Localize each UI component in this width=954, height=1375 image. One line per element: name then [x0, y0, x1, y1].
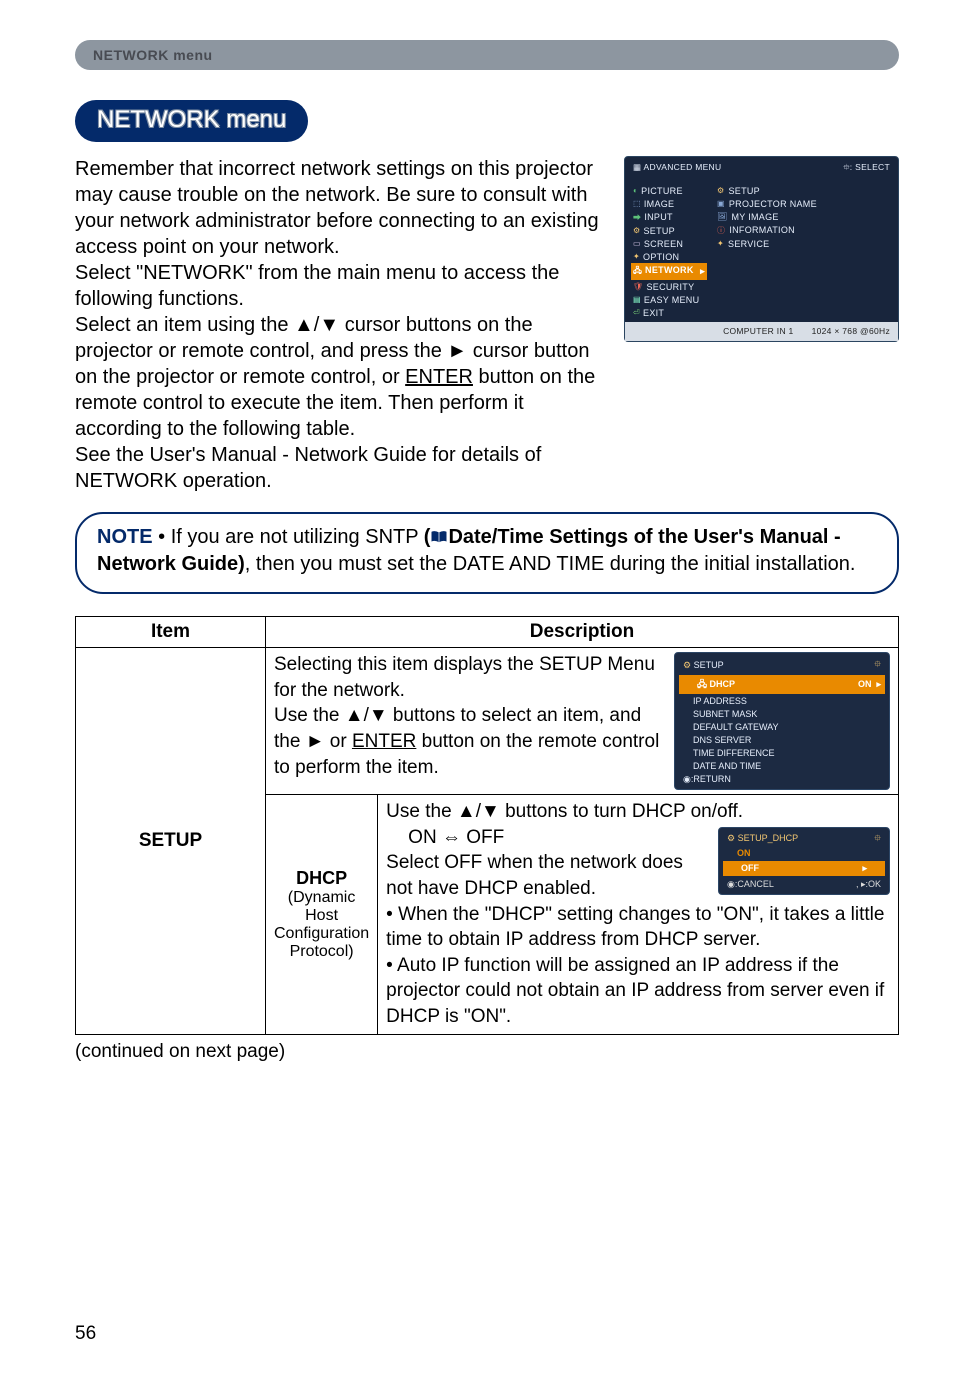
setup-popup-screenshot: ⚙ SETUP⯐ 🖧 DHCPON ▸ IP ADDRESS SUBNET MA… [674, 652, 890, 790]
page-number: 56 [75, 1323, 899, 1345]
note-lead: NOTE [97, 526, 153, 548]
hm-header-right: ⯐: SELECT [843, 162, 890, 176]
enter-key: ENTER [405, 366, 473, 388]
th-desc: Description [266, 617, 899, 648]
item-setup: SETUP [76, 648, 266, 1035]
dhcp-desc: Use the ▲/▼ buttons to turn DHCP on/off.… [386, 799, 890, 1030]
hm-left-col: ◐PICTURE ⬚IMAGE ⮕INPUT ⚙SETUP ▭SCREEN ✦O… [625, 181, 707, 322]
th-item: Item [76, 617, 266, 648]
subitem-dhcp: DHCP (Dynamic Host Configuration Protoco… [266, 795, 378, 1035]
continued-note: (continued on next page) [75, 1041, 899, 1063]
enter-key-2: ENTER [352, 731, 416, 752]
dhcp-popup-screenshot: ⚙ SETUP_DHCP⯐ ON OFF▸ ◉:CANCEL, ▸:OK [718, 827, 890, 896]
setup-desc-text: Selecting this item displays the SETUP M… [274, 652, 666, 780]
hm-header-left: ▦ ADVANCED MENU [633, 162, 721, 176]
note-box: NOTE • If you are not utilizing SNTP (Da… [75, 512, 899, 594]
intro-p2: Select "NETWORK" from the main menu to a… [75, 262, 559, 310]
hm-right-col: ⚙SETUP ▣PROJECTOR NAME 🖼MY IMAGE ⓘINFORM… [707, 181, 898, 322]
hm-footer-left: COMPUTER IN 1 [723, 326, 794, 336]
hm-footer-right: 1024 × 768 @60Hz [812, 326, 890, 336]
advanced-menu-screenshot: ▦ ADVANCED MENU ⯐: SELECT ◐PICTURE ⬚IMAG… [624, 156, 899, 342]
intro-p1: Remember that incorrect network settings… [75, 158, 599, 258]
intro-text: Remember that incorrect network settings… [75, 156, 614, 494]
hm-selected-network: 🖧 NETWORK▸ [631, 263, 707, 280]
breadcrumb: NETWORK menu [75, 40, 899, 70]
book-icon [430, 526, 448, 542]
settings-table: Item Description SETUP Selecting this it… [75, 616, 899, 1035]
intro-p4: See the User's Manual - Network Guide fo… [75, 444, 541, 492]
dhcp-onoff: ON ⇔ OFF [386, 825, 710, 851]
page-title: NETWORK menu [75, 100, 308, 142]
